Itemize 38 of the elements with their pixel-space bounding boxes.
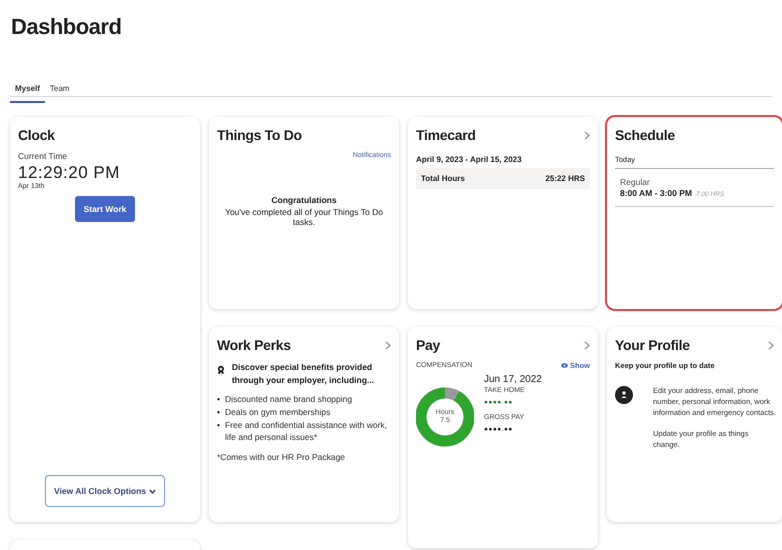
donut-chart-drawing — [416, 388, 474, 446]
total-hours-label: Total Hours — [421, 174, 465, 183]
pay-period: April 9, 2023 - April 15, 2023 — [416, 155, 523, 164]
clock-time: 12:29:20 PM — [18, 163, 121, 182]
perks-intro: Discover special benefits provided through your employer, including... — [232, 361, 375, 386]
chevron-icon[interactable] — [584, 130, 590, 140]
total-hours-value: 25:22 HRS — [545, 174, 585, 183]
card-title: Pay — [416, 337, 440, 353]
page-title: Dashboard — [11, 14, 122, 40]
caret-icon — [149, 488, 156, 494]
chevron-icon[interactable] — [584, 340, 590, 350]
pay-date: Jun 17, 2022 — [484, 374, 542, 385]
card-title: Work Perks — [217, 337, 291, 353]
card-title: Schedule — [615, 127, 675, 143]
eye-icon — [561, 363, 568, 368]
card-title: Timecard — [416, 127, 476, 143]
shift-time: 8:00 AM - 3:00 PM — [620, 188, 692, 198]
perks-footnote: *Comes with our HR Pro Package — [217, 452, 346, 462]
bullet-marker: • — [217, 392, 220, 405]
tab[interactable]: Myself — [10, 84, 45, 103]
message-text: You've completed all of your Things To Do tasks. — [224, 207, 384, 227]
start-work-button[interactable]: Start Work — [74, 196, 136, 222]
bullet-marker: • — [217, 419, 220, 432]
message-heading: Congratulations — [270, 195, 338, 205]
shift-type: Regular — [620, 177, 651, 187]
perk-item: Free and confidential assistance with work, life and personal issues* — [224, 419, 388, 444]
person-icon — [615, 386, 633, 404]
perk-item: Discounted name brand shopping — [224, 392, 352, 405]
card-title: Your Profile — [615, 337, 690, 353]
tab[interactable]: Team — [44, 84, 74, 103]
perk-item: Deals on gym memberships — [224, 406, 330, 418]
clock-options-button[interactable]: View All Clock Options — [44, 475, 166, 507]
card-title: Clock — [18, 127, 55, 143]
chevron-icon[interactable] — [768, 340, 774, 350]
card-title: Things To Do — [217, 127, 302, 143]
bullet-marker: • — [217, 406, 220, 418]
chevron-icon[interactable] — [385, 340, 391, 350]
time-label: Current Time — [18, 151, 68, 161]
